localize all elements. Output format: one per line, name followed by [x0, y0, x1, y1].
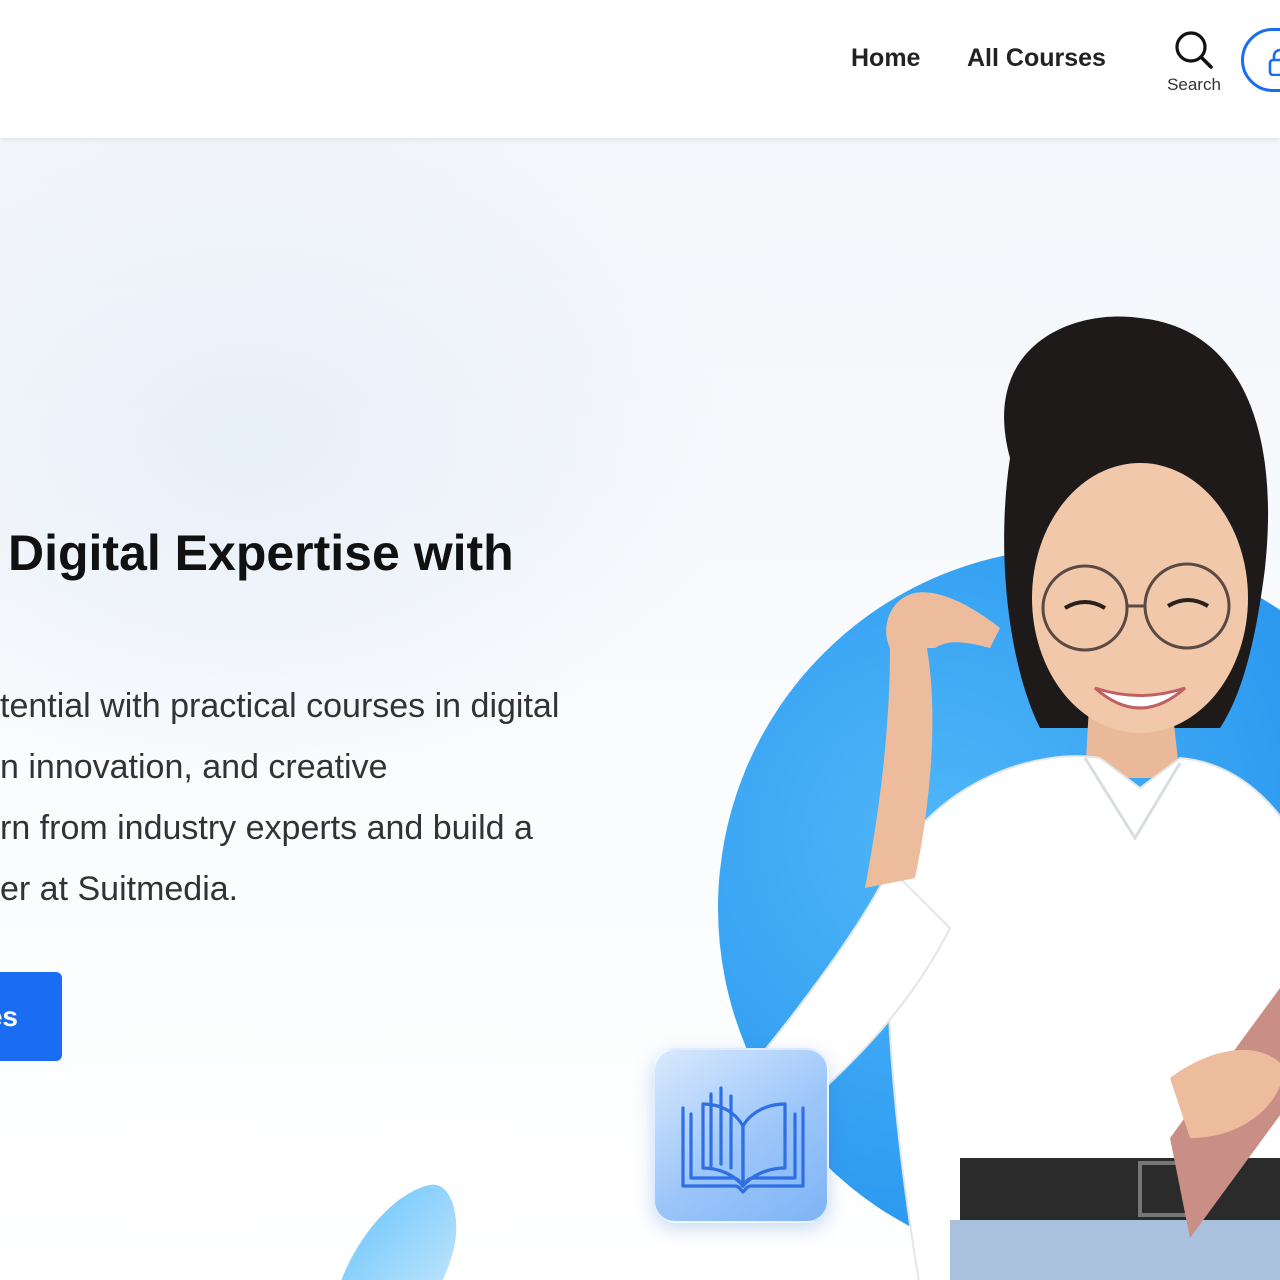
hero-section: Digital Expertise with tential with prac… [0, 138, 1280, 1280]
hero-description-line: er at Suitmedia. [0, 870, 239, 908]
login-button[interactable] [1241, 28, 1280, 92]
nav-home-link[interactable]: Home [851, 44, 920, 73]
hero-description-line: rn from industry experts and build a [0, 809, 533, 847]
explore-courses-button[interactable]: es [0, 972, 62, 1061]
search-button[interactable]: Search [1160, 30, 1228, 100]
lock-icon [1268, 48, 1280, 76]
hero-title: Digital Expertise with [8, 525, 514, 581]
book-icon-card [653, 1048, 829, 1223]
site-header: Home All Courses Search [0, 0, 1280, 138]
decor-wave-shape [341, 1184, 457, 1280]
search-label: Search [1167, 75, 1221, 94]
open-book-icon [681, 1086, 805, 1194]
search-icon [1175, 31, 1213, 69]
nav-all-courses-link[interactable]: All Courses [967, 44, 1106, 73]
hero-description-line: tential with practical courses in digita… [0, 687, 560, 725]
hero-description-line: n innovation, and creative [0, 748, 388, 786]
hero-description: tential with practical courses in digita… [0, 676, 559, 920]
